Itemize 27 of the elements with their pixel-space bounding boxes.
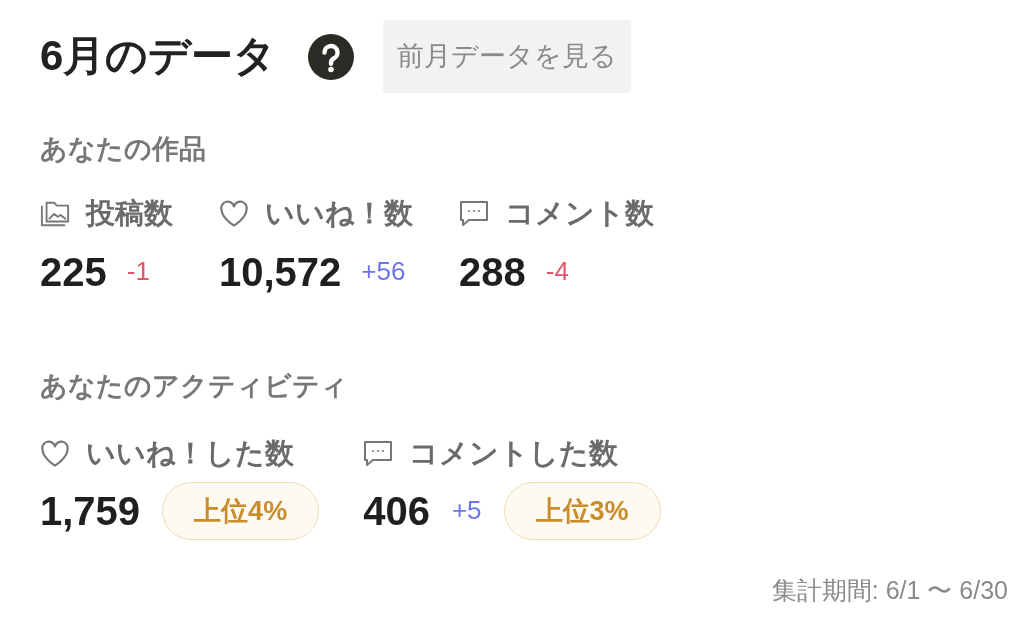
speech-bubble-icon xyxy=(459,200,489,228)
stat-value: 1,759 xyxy=(40,488,141,536)
stat-label: 投稿数 xyxy=(86,196,173,232)
stat-label: コメント数 xyxy=(505,196,654,232)
stat-value: 10,572 xyxy=(219,249,342,296)
rank-badge: 上位4% xyxy=(162,481,320,541)
heart-icon xyxy=(40,439,70,468)
stat-label: コメントした数 xyxy=(409,436,619,472)
image-stack-icon xyxy=(40,200,70,228)
change-value: -4 xyxy=(545,256,569,288)
stat-label: いいね！数 xyxy=(265,196,413,232)
previous-month-button[interactable]: 前月データを見る xyxy=(383,20,632,94)
help-icon[interactable] xyxy=(308,33,355,80)
speech-bubble-icon xyxy=(363,439,394,468)
change-value: +56 xyxy=(361,256,406,288)
heart-icon xyxy=(219,200,249,228)
rank-badge: 上位3% xyxy=(503,481,661,541)
section-heading: あなたのアクティビティ xyxy=(40,370,348,403)
stat-value: 406 xyxy=(363,488,430,536)
stat-value: 288 xyxy=(459,249,526,296)
stat-label: いいね！した数 xyxy=(86,436,294,472)
page-title: 6月のデータ xyxy=(40,31,277,82)
period-text: 集計期間: 6/1 〜 6/30 xyxy=(771,575,1008,607)
change-value: +5 xyxy=(451,495,482,527)
section-heading: あなたの作品 xyxy=(40,133,206,167)
change-value: -1 xyxy=(126,256,150,288)
stat-value: 225 xyxy=(40,249,107,296)
